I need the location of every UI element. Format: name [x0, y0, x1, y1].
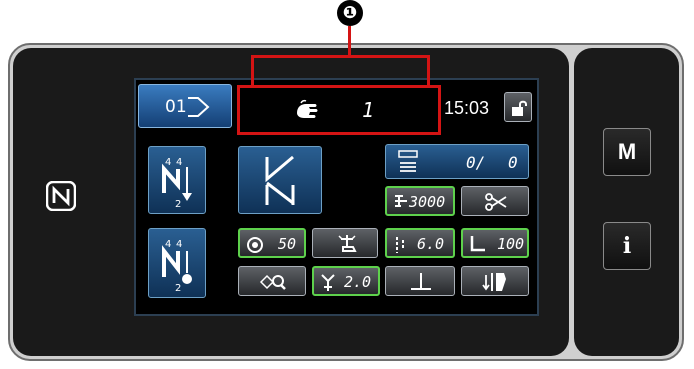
svg-text:4: 4 — [176, 157, 182, 168]
stitch-length-value: 6.0 — [417, 235, 445, 253]
stitch-pattern-icon: 4 4 2 — [162, 157, 192, 210]
callout-number-badge: ❶ — [337, 0, 363, 26]
pattern-number-label: 01 — [165, 97, 187, 117]
reverse-feed-button[interactable] — [461, 266, 529, 296]
chevron-right-icon — [188, 97, 210, 117]
needle-icon — [411, 273, 431, 290]
svg-text:2: 2 — [175, 199, 181, 210]
callout-line-horizontal — [251, 55, 430, 58]
clock-time: 15:03 — [444, 98, 490, 118]
counter-value: 0/ — [466, 153, 486, 172]
max-speed-button[interactable]: 3000 — [385, 186, 455, 216]
menu-button-label: M — [617, 139, 637, 164]
stitch-count-value: 50 — [278, 235, 297, 253]
bobbin-icon — [398, 150, 418, 172]
callout-line-right — [427, 55, 430, 88]
svg-text:4: 4 — [176, 239, 182, 250]
stitch-pattern-button[interactable]: 4 4 2 — [148, 146, 206, 214]
callout-line-left — [251, 55, 254, 88]
counter-max: 0 — [508, 153, 518, 172]
counter-dial-icon — [247, 237, 263, 253]
needle-position-button[interactable] — [385, 266, 455, 296]
sub-pattern-button[interactable]: 4 4 2 — [148, 228, 206, 298]
thread-tension-value: 2.0 — [344, 273, 372, 291]
stitch-count-button[interactable]: 50 — [238, 228, 306, 258]
reverse-feed-icon — [482, 273, 506, 291]
sub-pattern-icon: 4 4 2 — [162, 239, 192, 294]
sewing-shape-button[interactable] — [238, 146, 322, 214]
tension-icon — [321, 274, 335, 291]
presser-pressure-button[interactable]: 100 — [461, 228, 529, 258]
menu-button[interactable]: M — [603, 128, 651, 176]
stitch-length-button[interactable]: 6.0 — [385, 228, 455, 258]
search-icon — [259, 274, 286, 290]
presser-foot-button[interactable] — [312, 228, 378, 258]
thread-trim-button[interactable] — [461, 186, 529, 216]
pattern-search-button[interactable] — [238, 266, 306, 296]
stitch-length-icon — [396, 237, 404, 253]
thread-tension-button[interactable]: 2.0 — [312, 266, 380, 296]
info-button-label: i — [622, 233, 632, 259]
info-button[interactable]: i — [603, 222, 651, 270]
side-panel — [574, 48, 679, 356]
nfc-icon — [45, 180, 77, 212]
bobbin-counter-button[interactable]: 0/ 0 — [385, 144, 529, 179]
svg-text:4: 4 — [165, 157, 171, 168]
foot-pressure-icon — [470, 236, 485, 252]
pattern-number-button[interactable]: 01 — [138, 84, 232, 128]
unlock-icon[interactable] — [504, 92, 532, 122]
svg-text:2: 2 — [175, 283, 181, 294]
callout-highlight-box — [237, 85, 441, 135]
presser-foot-icon — [338, 235, 357, 252]
speed-icon — [395, 195, 407, 207]
scissors-icon — [485, 193, 507, 211]
svg-text:4: 4 — [165, 239, 171, 250]
callout-line — [348, 26, 351, 56]
max-speed-value: 3000 — [409, 193, 446, 211]
zigzag-shape-icon — [265, 155, 295, 205]
presser-pressure-value: 100 — [497, 235, 525, 253]
